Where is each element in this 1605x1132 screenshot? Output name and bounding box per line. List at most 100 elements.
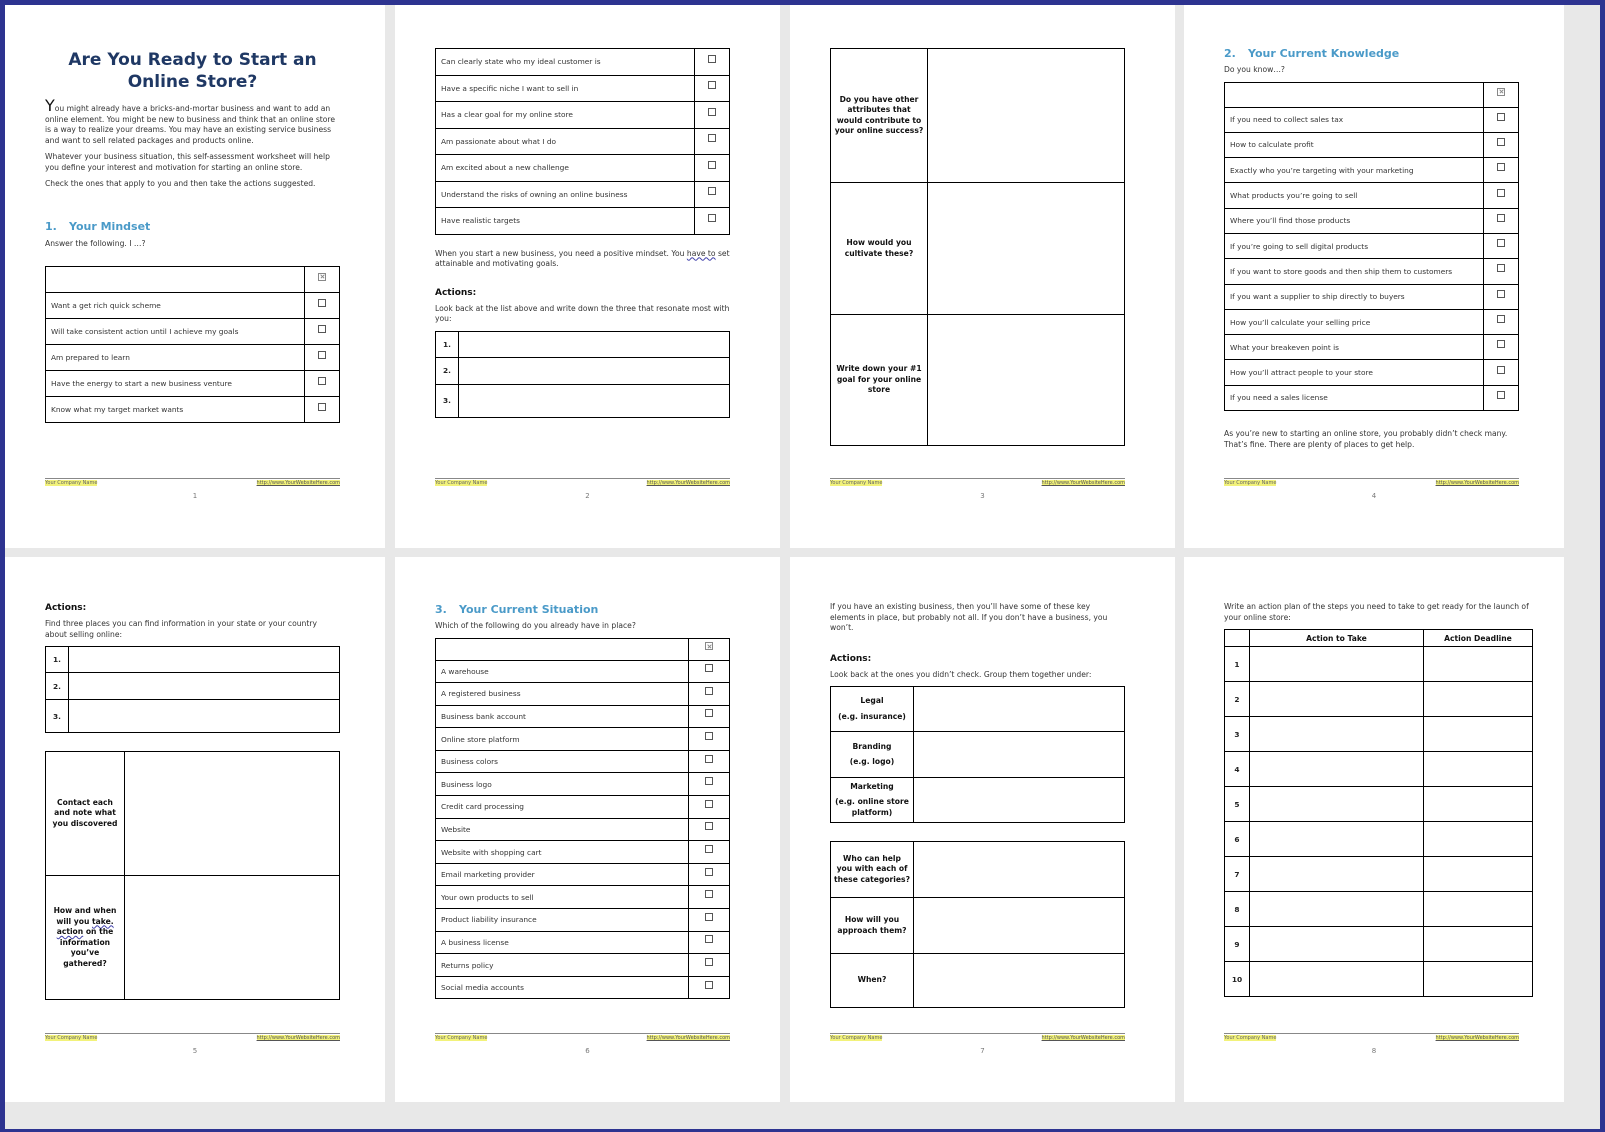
website-link[interactable]: http://www.YourWebsiteHere.com xyxy=(1041,1035,1125,1041)
checkbox[interactable] xyxy=(1497,340,1505,349)
checkbox[interactable] xyxy=(1497,137,1505,146)
page-footer: Your Company Name http://www.YourWebsiteH… xyxy=(435,1033,730,1044)
answer-cell[interactable] xyxy=(68,646,340,673)
answer-cell[interactable] xyxy=(458,330,730,358)
checkbox[interactable] xyxy=(705,867,713,876)
answer-cell[interactable] xyxy=(913,897,1125,954)
deadline-cell[interactable] xyxy=(1423,961,1533,997)
checkbox[interactable] xyxy=(705,958,713,967)
checkbox[interactable] xyxy=(705,980,713,989)
checkbox[interactable] xyxy=(708,213,716,222)
answer-cell[interactable] xyxy=(458,383,730,418)
checkbox[interactable] xyxy=(1497,264,1505,273)
deadline-cell[interactable] xyxy=(1423,926,1533,962)
answer-cell[interactable] xyxy=(913,777,1125,823)
website-link[interactable]: http://www.YourWebsiteHere.com xyxy=(646,1035,730,1041)
checkbox[interactable] xyxy=(705,890,713,899)
action-cell[interactable] xyxy=(1249,821,1424,857)
action-cell[interactable] xyxy=(1249,856,1424,892)
checkbox[interactable] xyxy=(705,664,713,673)
action-cell[interactable] xyxy=(1249,961,1424,997)
checkbox[interactable] xyxy=(1497,188,1505,197)
website-link[interactable]: http://www.YourWebsiteHere.com xyxy=(256,480,340,486)
checkbox[interactable] xyxy=(318,298,326,307)
website-link[interactable]: http://www.YourWebsiteHere.com xyxy=(1435,1035,1519,1041)
answer-cell[interactable] xyxy=(68,699,340,733)
checkbox[interactable] xyxy=(318,376,326,385)
checkbox[interactable] xyxy=(705,777,713,786)
checkbox[interactable] xyxy=(705,686,713,695)
action-cell[interactable] xyxy=(1249,681,1424,717)
checkbox[interactable] xyxy=(1497,365,1505,374)
checkbox[interactable] xyxy=(1497,163,1505,172)
answer-cell[interactable] xyxy=(927,182,1125,315)
answer-cell[interactable] xyxy=(927,48,1125,183)
answer-cell[interactable] xyxy=(913,686,1125,732)
checkbox[interactable] xyxy=(708,107,716,116)
checklist-item-label: Am prepared to learn xyxy=(45,344,305,371)
action-cell[interactable] xyxy=(1249,716,1424,752)
checklist-item-label: Email marketing provider xyxy=(435,862,689,887)
deadline-cell[interactable] xyxy=(1423,856,1533,892)
checkbox[interactable] xyxy=(1497,213,1505,222)
answer-cell[interactable] xyxy=(913,731,1125,778)
checkbox[interactable] xyxy=(705,754,713,763)
deadline-cell[interactable] xyxy=(1423,681,1533,717)
action-cell[interactable] xyxy=(1249,891,1424,927)
checkbox[interactable] xyxy=(705,845,713,854)
checklist-item-label: Have a specific niche I want to sell in xyxy=(435,74,695,102)
checkbox[interactable] xyxy=(318,402,326,411)
deadline-cell[interactable] xyxy=(1423,786,1533,822)
company-name: Your Company Name xyxy=(435,1035,488,1041)
answer-cell[interactable] xyxy=(927,314,1125,446)
deadline-cell[interactable] xyxy=(1423,751,1533,787)
checklist-item-label: Know what my target market wants xyxy=(45,396,305,423)
checkbox[interactable] xyxy=(1497,390,1505,399)
answer-cell[interactable] xyxy=(68,672,340,700)
checkbox[interactable] xyxy=(705,935,713,944)
checkbox[interactable] xyxy=(708,81,716,90)
checkbox[interactable] xyxy=(318,324,326,333)
page-footer: Your Company Name http://www.YourWebsiteH… xyxy=(830,1033,1125,1044)
table-row: Contact each and note what you discovere… xyxy=(45,751,340,876)
deadline-cell[interactable] xyxy=(1423,821,1533,857)
page-number: 1 xyxy=(192,492,198,500)
checklist-item-label: Have the energy to start a new business … xyxy=(45,370,305,397)
checkbox[interactable] xyxy=(1497,112,1505,121)
checkbox[interactable] xyxy=(318,350,326,359)
action-cell[interactable] xyxy=(1249,786,1424,822)
answer-cell[interactable] xyxy=(124,751,340,876)
paragraph: Check the ones that apply to you and the… xyxy=(45,179,316,188)
checkbox[interactable] xyxy=(708,187,716,196)
answer-cell[interactable] xyxy=(458,356,730,385)
checklist-row: Understand the risks of owning an online… xyxy=(435,180,730,208)
website-link[interactable]: http://www.YourWebsiteHere.com xyxy=(256,1035,340,1041)
checkbox[interactable] xyxy=(708,134,716,143)
deadline-cell[interactable] xyxy=(1423,646,1533,682)
checkbox[interactable] xyxy=(705,709,713,718)
action-cell[interactable] xyxy=(1249,646,1424,682)
website-link[interactable]: http://www.YourWebsiteHere.com xyxy=(1435,480,1519,486)
website-link[interactable]: http://www.YourWebsiteHere.com xyxy=(1041,480,1125,486)
checkbox[interactable] xyxy=(708,160,716,169)
deadline-cell[interactable] xyxy=(1423,716,1533,752)
checklist-item-label: Can clearly state who my ideal customer … xyxy=(435,48,695,76)
action-cell[interactable] xyxy=(1249,926,1424,962)
website-link[interactable]: http://www.YourWebsiteHere.com xyxy=(646,480,730,486)
checkbox[interactable] xyxy=(705,799,713,808)
answer-cell[interactable] xyxy=(124,875,340,1000)
checkbox[interactable] xyxy=(708,54,716,63)
deadline-cell[interactable] xyxy=(1423,891,1533,927)
intro-paragraph: You might already have a bricks-and-mort… xyxy=(45,96,336,145)
checkbox[interactable] xyxy=(705,912,713,921)
checkbox[interactable] xyxy=(1497,315,1505,324)
checkbox[interactable] xyxy=(705,822,713,831)
page-footer: Your Company Name http://www.YourWebsiteH… xyxy=(1224,478,1519,489)
action-cell[interactable] xyxy=(1249,751,1424,787)
answer-cell[interactable] xyxy=(913,953,1125,1008)
checkbox[interactable] xyxy=(1497,239,1505,248)
actions-text: Look back at the list above and write do… xyxy=(435,303,730,324)
checkbox[interactable] xyxy=(1497,289,1505,298)
checkbox[interactable] xyxy=(705,732,713,741)
answer-cell[interactable] xyxy=(913,841,1125,898)
